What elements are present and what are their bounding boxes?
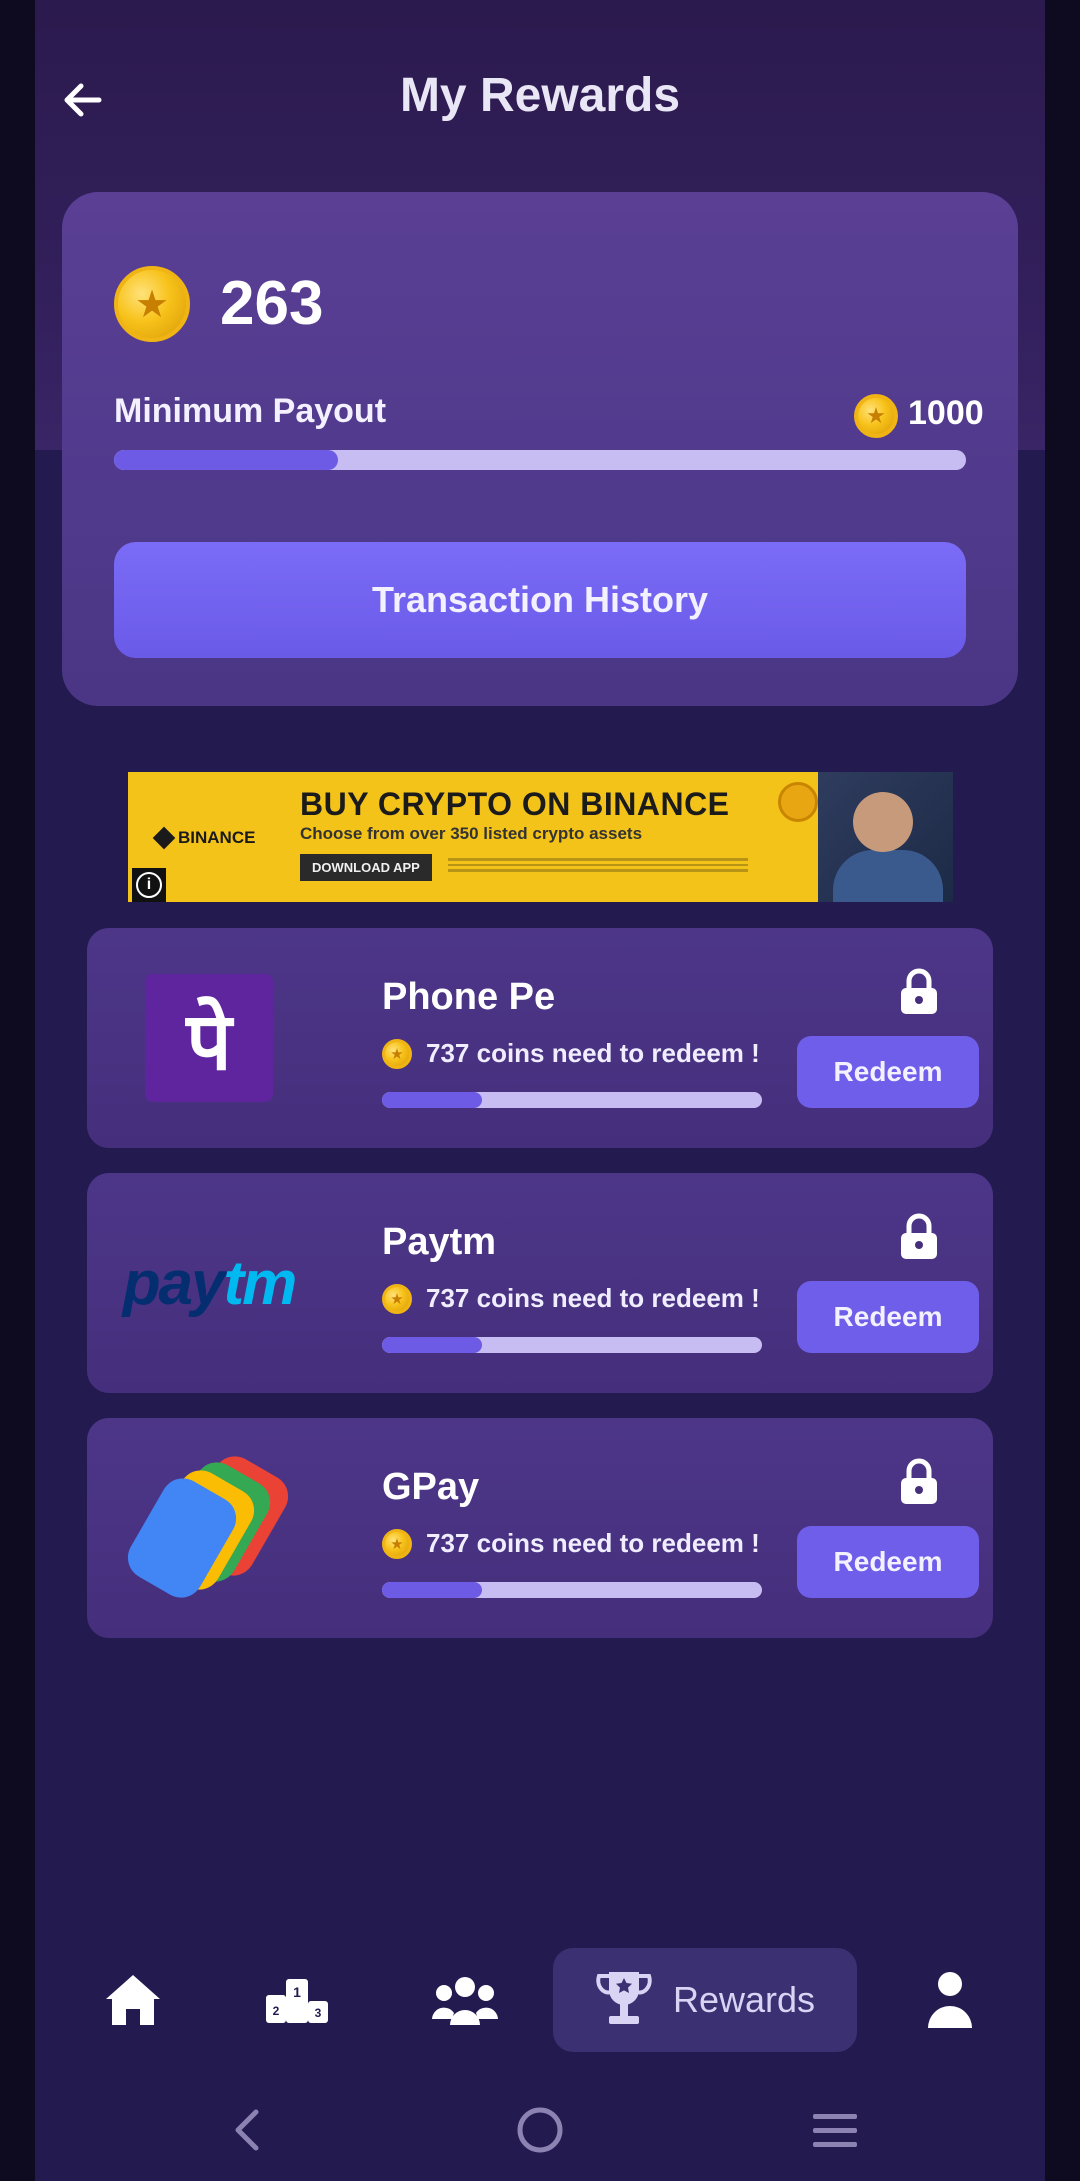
redeem-button[interactable]: Redeem bbox=[797, 1281, 979, 1353]
coin-icon: ★ bbox=[382, 1038, 412, 1069]
coin-icon: ★ bbox=[854, 394, 898, 438]
coin-icon: ★ bbox=[382, 1283, 412, 1314]
ad-info-button[interactable]: i bbox=[132, 868, 166, 902]
trophy-icon bbox=[596, 1972, 652, 2024]
coins-needed-text: 737 coins need to redeem ! bbox=[426, 1283, 760, 1313]
reward-card-gpay: GPay ★ 737 coins need to redeem ! Redeem bbox=[87, 1418, 993, 1638]
coin-icon: ★ bbox=[114, 266, 190, 342]
minimum-payout-label: Minimum Payout bbox=[114, 392, 387, 430]
chevron-left-icon bbox=[235, 2109, 259, 2151]
ad-headline: BUY CRYPTO ON BINANCE bbox=[300, 786, 730, 822]
ad-coin-graphic bbox=[778, 782, 818, 822]
top-bar: My Rewards bbox=[35, 0, 1045, 190]
redeem-button[interactable]: Redeem bbox=[797, 1036, 979, 1108]
ad-person-body bbox=[833, 850, 943, 902]
paytm-logo: paytm bbox=[117, 1203, 301, 1363]
svg-text:3: 3 bbox=[315, 2006, 322, 2020]
minimum-payout-value: 1000 bbox=[908, 394, 984, 432]
rewards-screen: My Rewards ★ 263 Minimum Payout ★ 1000 T… bbox=[35, 0, 1045, 2181]
gpay-logo-mark bbox=[127, 1456, 289, 1598]
reward-name: Phone Pe bbox=[382, 976, 556, 1018]
ad-fine-print bbox=[448, 858, 748, 873]
gpay-logo bbox=[117, 1448, 301, 1608]
nav-community[interactable] bbox=[420, 1948, 510, 2052]
system-home-button[interactable] bbox=[510, 2100, 570, 2160]
coin-balance: 263 bbox=[220, 269, 324, 338]
reward-progress-bar bbox=[382, 1337, 762, 1353]
lock-icon bbox=[901, 1458, 937, 1504]
menu-icon bbox=[813, 2114, 857, 2147]
system-navigation-bar bbox=[35, 2080, 1045, 2181]
payout-progress-fill bbox=[114, 450, 339, 470]
ad-brand: BINANCE bbox=[152, 826, 256, 850]
reward-name: Paytm bbox=[382, 1221, 497, 1263]
svg-text:2: 2 bbox=[273, 2004, 280, 2018]
reward-progress-fill bbox=[382, 1582, 482, 1598]
nav-leaderboard[interactable]: 1 2 3 bbox=[257, 1948, 337, 2052]
nav-rewards-label: Rewards bbox=[672, 1979, 816, 2020]
reward-progress-fill bbox=[382, 1337, 482, 1353]
ad-person-head bbox=[853, 792, 913, 852]
reward-progress-bar bbox=[382, 1092, 762, 1108]
coins-needed-text: 737 coins need to redeem ! bbox=[426, 1528, 760, 1558]
payout-progress-bar bbox=[114, 450, 966, 470]
redeem-button[interactable]: Redeem bbox=[797, 1526, 979, 1598]
profile-icon bbox=[928, 1972, 972, 2028]
coins-needed-row: ★ 737 coins need to redeem ! bbox=[382, 1038, 760, 1069]
system-back-button[interactable] bbox=[218, 2100, 278, 2160]
nav-profile[interactable] bbox=[915, 1948, 985, 2052]
reward-name: GPay bbox=[382, 1466, 480, 1508]
reward-card-paytm: paytm Paytm ★ 737 coins need to redeem !… bbox=[87, 1173, 993, 1393]
ad-subline: Choose from over 350 listed crypto asset… bbox=[300, 824, 643, 843]
leaderboard-icon: 1 2 3 bbox=[266, 1979, 328, 2023]
ad-banner[interactable]: BINANCE BUY CRYPTO ON BINANCE Choose fro… bbox=[128, 772, 953, 902]
home-icon bbox=[106, 1975, 160, 2025]
info-icon: i bbox=[136, 872, 162, 898]
phonepe-logo-mark: पे bbox=[145, 974, 273, 1102]
balance-card: ★ 263 Minimum Payout ★ 1000 Transaction … bbox=[62, 192, 1018, 706]
ad-download-button[interactable]: DOWNLOAD APP bbox=[300, 854, 432, 881]
community-icon bbox=[432, 1977, 498, 2025]
transaction-history-button[interactable]: Transaction History bbox=[114, 542, 966, 658]
coins-needed-text: 737 coins need to redeem ! bbox=[426, 1038, 760, 1068]
ad-photo bbox=[818, 772, 953, 902]
ad-brand-label: BINANCE bbox=[178, 828, 256, 847]
paytm-logo-mark: paytm bbox=[122, 1248, 298, 1318]
nav-home[interactable] bbox=[93, 1948, 173, 2052]
system-menu-button[interactable] bbox=[805, 2100, 865, 2160]
coins-needed-row: ★ 737 coins need to redeem ! bbox=[382, 1283, 760, 1314]
lock-icon bbox=[901, 968, 937, 1014]
reward-card-phonepe: पे Phone Pe ★ 737 coins need to redeem !… bbox=[87, 928, 993, 1148]
reward-progress-fill bbox=[382, 1092, 482, 1108]
svg-text:1: 1 bbox=[293, 1984, 301, 2000]
coin-icon: ★ bbox=[382, 1528, 412, 1559]
page-title: My Rewards bbox=[399, 69, 681, 122]
coins-needed-row: ★ 737 coins need to redeem ! bbox=[382, 1528, 760, 1559]
binance-logo-icon bbox=[152, 826, 176, 850]
phonepe-logo: पे bbox=[117, 958, 301, 1118]
bottom-navigation: 1 2 3 Rewards bbox=[35, 1920, 1045, 2080]
lock-icon bbox=[901, 1213, 937, 1259]
nav-rewards[interactable]: Rewards bbox=[553, 1948, 857, 2052]
reward-progress-bar bbox=[382, 1582, 762, 1598]
circle-home-icon bbox=[517, 2107, 563, 2153]
